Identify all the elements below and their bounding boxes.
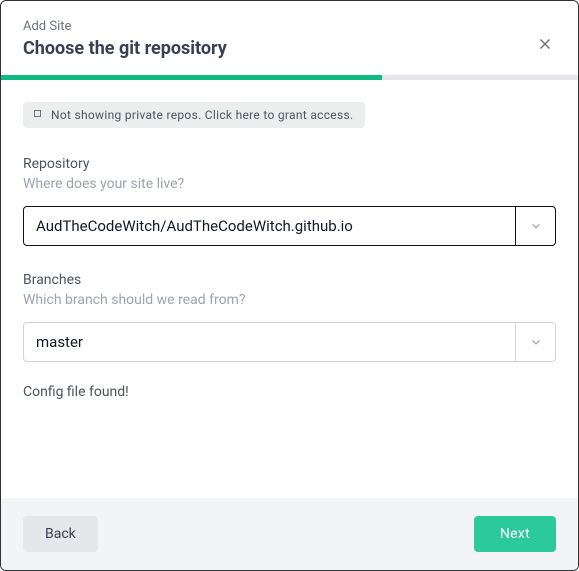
progress-bar [1,75,578,80]
chevron-down-icon [529,219,543,233]
back-button[interactable]: Back [23,516,98,552]
branches-field-group: Branches Which branch should we read fro… [23,272,556,362]
branches-label: Branches [23,272,556,288]
modal-header: Add Site Choose the git repository [1,1,578,75]
notice-text: Not showing private repos. Click here to… [51,108,353,122]
private-repos-notice[interactable]: Not showing private repos. Click here to… [23,102,365,128]
branches-select[interactable]: master [23,322,556,362]
config-status: Config file found! [23,384,556,400]
repository-field-group: Repository Where does your site live? Au… [23,156,556,246]
next-button[interactable]: Next [474,516,556,552]
close-icon [536,35,554,53]
modal-footer: Back Next [1,498,578,570]
modal-content: Not showing private repos. Click here to… [1,80,578,498]
info-icon [31,109,43,121]
repository-value: AudTheCodeWitch/AudTheCodeWitch.github.i… [24,217,515,235]
modal-title: Choose the git repository [23,38,556,59]
repository-dropdown-toggle[interactable] [515,207,555,245]
close-button[interactable] [536,35,554,53]
branches-dropdown-toggle[interactable] [515,323,555,361]
branches-value: master [24,333,515,351]
repository-hint: Where does your site live? [23,176,556,192]
branches-hint: Which branch should we read from? [23,292,556,308]
repository-select[interactable]: AudTheCodeWitch/AudTheCodeWitch.github.i… [23,206,556,246]
progress-fill [1,75,382,80]
add-site-modal: Add Site Choose the git repository Not s… [0,0,579,571]
modal-subtitle: Add Site [23,19,556,34]
repository-label: Repository [23,156,556,172]
chevron-down-icon [529,335,543,349]
